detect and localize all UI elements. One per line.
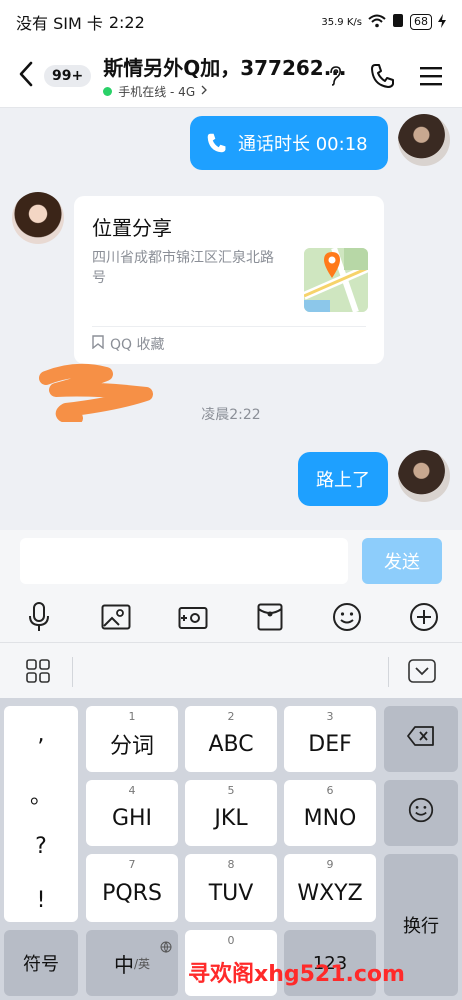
apps-grid-icon[interactable] xyxy=(26,659,50,687)
call-record-bubble[interactable]: 通话时长 00:18 xyxy=(190,116,388,170)
chat-header: 99+ 斯情另外Q加，377262... 手机在线 - 4G xyxy=(0,44,462,108)
symbols-key[interactable]: 符号 xyxy=(4,930,78,996)
key-5[interactable]: 5 JKL xyxy=(185,780,277,846)
key-3[interactable]: 3 DEF xyxy=(284,706,376,772)
presence-text: 手机在线 - 4G xyxy=(118,84,196,99)
key-6[interactable]: 6 MNO xyxy=(284,780,376,846)
network-speed: 35.9 K/s xyxy=(321,16,362,28)
key-1[interactable]: 1 分词 xyxy=(86,706,178,772)
online-dot-icon xyxy=(103,86,113,96)
text-message-content: 路上了 xyxy=(316,470,370,491)
image-icon[interactable] xyxy=(96,597,136,637)
card-source-label: QQ 收藏 xyxy=(110,337,165,353)
message-input[interactable] xyxy=(20,538,348,584)
carrier-text: 没有 SIM 卡 xyxy=(16,14,103,33)
microphone-icon[interactable] xyxy=(19,597,59,637)
emoji-key[interactable] xyxy=(384,780,458,846)
key-7[interactable]: 7 PQRS xyxy=(86,854,178,922)
toolbar-divider xyxy=(72,657,73,687)
backspace-key[interactable] xyxy=(384,706,458,772)
phone-call-button[interactable] xyxy=(368,56,398,96)
bookmark-icon xyxy=(92,335,104,353)
punct-exclaim[interactable]: ! xyxy=(4,888,78,913)
watermark: 寻欢阁xhg521.com xyxy=(188,962,405,987)
map-thumbnail xyxy=(304,248,368,312)
status-bar: 没有 SIM 卡 2:22 35.9 K/s 68 xyxy=(0,0,462,44)
location-share-card[interactable]: 位置分享 四川省成都市锦江区汇泉北路号 QQ 收藏 xyxy=(74,196,384,364)
chevron-left-icon xyxy=(19,61,33,91)
card-source: QQ 收藏 xyxy=(92,334,165,354)
contact-avatar[interactable] xyxy=(12,192,64,244)
language-switch-key[interactable]: 中/英 xyxy=(86,930,178,996)
self-avatar[interactable] xyxy=(398,114,450,166)
message-list[interactable]: 通话时长 00:18 位置分享 四川省成都市锦江区汇泉北路号 QQ 收藏 凌晨2… xyxy=(0,108,462,530)
keyboard-toolbar xyxy=(0,642,462,698)
camera-icon[interactable] xyxy=(173,597,213,637)
charging-icon xyxy=(438,13,446,31)
sim-icon xyxy=(392,13,404,31)
key-9[interactable]: 9 WXYZ xyxy=(284,854,376,922)
location-address: 四川省成都市锦江区汇泉北路号 xyxy=(92,250,274,286)
wifi-icon xyxy=(368,14,386,31)
menu-icon[interactable] xyxy=(416,56,446,96)
plus-icon[interactable] xyxy=(404,597,444,637)
emoji-icon[interactable] xyxy=(327,597,367,637)
key-4[interactable]: 4 GHI xyxy=(86,780,178,846)
ime-keyboard: , 。 ? ! 1 分词 2 ABC 3 DEF 4 GHI 5 JKL 6 MNO 7 PQ… xyxy=(0,698,462,1000)
composer: 发送 xyxy=(0,530,462,642)
clock: 2:22 xyxy=(108,12,145,32)
location-card-title: 位置分享 xyxy=(92,216,172,240)
call-duration-text: 通话时长 00:18 xyxy=(238,134,368,155)
key-2[interactable]: 2 ABC xyxy=(185,706,277,772)
composer-toolbar xyxy=(0,596,462,638)
phone-icon xyxy=(206,132,228,154)
text-message-bubble[interactable]: 路上了 xyxy=(298,452,388,506)
back-button[interactable] xyxy=(10,56,42,96)
toolbar-divider xyxy=(388,657,389,687)
punctuation-column[interactable]: , 。 ? ! xyxy=(4,706,78,922)
unread-badge[interactable]: 99+ xyxy=(44,64,92,87)
backspace-icon xyxy=(407,726,435,752)
hide-keyboard-icon[interactable] xyxy=(408,659,436,687)
ear-icon[interactable] xyxy=(320,56,350,96)
key-8[interactable]: 8 TUV xyxy=(185,854,277,922)
red-packet-icon[interactable] xyxy=(250,597,290,637)
card-divider xyxy=(92,326,366,327)
self-avatar[interactable] xyxy=(398,450,450,502)
chevron-right-icon xyxy=(201,84,208,98)
send-button[interactable]: 发送 xyxy=(362,538,442,584)
globe-icon xyxy=(160,934,172,958)
message-timestamp: 凌晨2:22 xyxy=(201,407,261,423)
battery-indicator: 68 xyxy=(410,14,432,30)
smiley-icon xyxy=(408,797,434,829)
punct-question[interactable]: ? xyxy=(4,834,78,859)
punct-comma[interactable]: , xyxy=(4,722,78,747)
punct-period[interactable]: 。 xyxy=(4,778,78,810)
